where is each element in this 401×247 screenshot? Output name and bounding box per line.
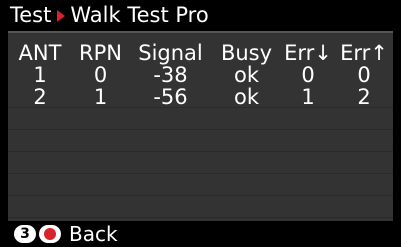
column-header-busy: Busy: [220, 41, 273, 65]
page-title: Walk Test Pro: [70, 3, 209, 27]
cell-err-up: 2: [357, 85, 371, 109]
row-band: [8, 174, 393, 196]
table-row[interactable]: 2 1 -56 ok 1 2: [8, 86, 393, 108]
cell-rpn: 1: [93, 85, 108, 109]
cell-busy: ok: [233, 63, 259, 87]
record-icon[interactable]: [39, 225, 61, 243]
walk-test-table: ANT RPN Signal Busy Err↓ Err↑ 1 0 -38 ok…: [8, 42, 393, 108]
softkey-bar: 3 Back: [0, 221, 401, 247]
cell-err-down: 1: [301, 85, 315, 109]
row-band: [8, 130, 393, 152]
back-button[interactable]: Back: [69, 222, 118, 246]
row-band: [8, 196, 393, 218]
cell-err-down: 0: [301, 63, 315, 87]
row-band: [8, 108, 393, 130]
column-header-ant: ANT: [18, 41, 62, 65]
panel-highlight: [8, 31, 393, 33]
cell-err-up: 0: [357, 63, 371, 87]
column-header-signal: Signal: [138, 41, 203, 65]
row-band: [8, 152, 393, 174]
cell-signal: -38: [153, 63, 188, 87]
cell-rpn: 0: [93, 63, 108, 87]
key-number-badge[interactable]: 3: [14, 225, 36, 243]
column-header-err-down: Err↓: [284, 41, 332, 65]
column-header-err-up: Err↑: [340, 41, 388, 65]
breadcrumb-parent[interactable]: Test: [10, 0, 51, 31]
cell-ant: 1: [33, 63, 47, 87]
cell-signal: -56: [153, 85, 188, 109]
cell-ant: 2: [33, 85, 47, 109]
table-row[interactable]: 1 0 -38 ok 0 0: [8, 64, 393, 86]
table-header-row: ANT RPN Signal Busy Err↓ Err↑: [8, 42, 393, 64]
column-header-rpn: RPN: [79, 41, 122, 65]
record-dot: [44, 228, 56, 240]
title-bar: Test Walk Test Pro: [0, 0, 401, 31]
cell-busy: ok: [233, 85, 259, 109]
breadcrumb-arrow-icon: [57, 9, 66, 22]
